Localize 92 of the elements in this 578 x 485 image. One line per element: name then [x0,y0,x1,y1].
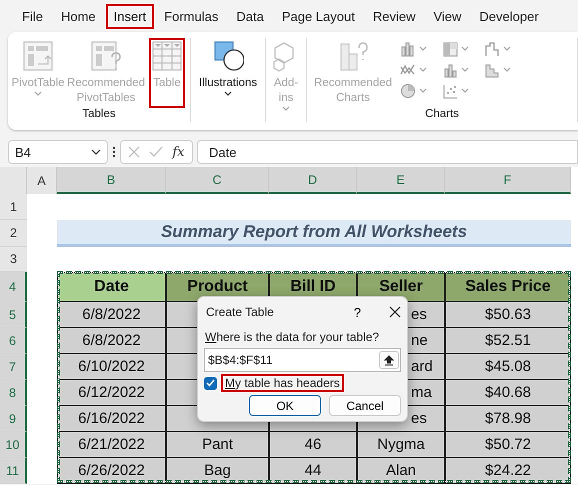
row-header[interactable]: 11 [0,458,27,484]
menu-tab[interactable]: Home [52,4,104,28]
row-header[interactable]: 1 [0,194,27,220]
caret-icon [461,46,469,52]
shapes-icon [212,40,244,72]
insert-function-button[interactable]: fx [172,144,184,160]
dialog-title: Create Table [205,305,275,319]
range-text: $B$4:$F$11 [208,353,272,367]
group-label: Tables [82,108,116,120]
bar-chart-icon [442,62,458,78]
table-header-cell: Date [57,272,166,302]
close-button[interactable] [389,306,401,318]
checkmark-icon [206,379,215,387]
table-cell: 44 [269,458,357,484]
table-cell: 6/10/2022 [57,354,166,380]
row-header[interactable]: 10 [0,432,27,458]
row-header[interactable]: 5 [0,302,27,328]
table-cell: Bag [166,458,269,484]
caret-icon [503,46,511,52]
column-header[interactable]: E [357,167,445,194]
column-header[interactable]: B [57,167,166,194]
formula-text: Date [209,144,236,160]
menu-tab[interactable]: View [425,4,470,28]
column-header[interactable]: A [27,167,57,194]
menu-tab[interactable]: Review [364,4,424,28]
table-cell: 6/8/2022 [57,302,166,328]
dialog-button[interactable]: Cancel [329,395,401,416]
dropdown-caret-icon [91,149,101,155]
column-header[interactable]: D [269,167,357,194]
caret-icon [461,66,469,72]
formula-field[interactable]: Date [197,140,578,164]
name-box[interactable]: B4 [8,140,108,164]
table-cell: $50.63 [445,302,571,328]
close-icon [389,306,401,318]
headers-checkbox[interactable] [204,376,217,390]
table-cell: 6/16/2022 [57,406,166,432]
menu-tab[interactable]: Data [228,4,272,28]
step-chart-icon [484,40,500,56]
range-input-field[interactable]: $B$4:$F$11 [204,348,401,372]
caret-icon [461,88,469,94]
group-label: Charts [425,108,459,120]
more-options-icon [112,146,116,158]
column-header[interactable]: F [445,167,571,194]
table-cell: $24.22 [445,458,571,484]
column-header[interactable]: C [166,167,269,194]
dialog-button[interactable]: OK [249,395,321,416]
upload-arrow-icon [384,354,394,366]
waterfall-chart-icon [484,62,500,78]
row-header[interactable]: 8 [0,380,27,406]
table-cell: Alan [357,458,445,484]
checkbox-label: My table has headers [221,374,344,392]
hierarchy-chart-icon [442,40,458,56]
table-cell: Nygma [357,432,445,458]
table-cell: 46 [269,432,357,458]
table-cell: 6/21/2022 [57,432,166,458]
table-cell: $52.51 [445,328,571,354]
table-cell: Pant [166,432,269,458]
caret-icon [419,66,427,72]
menu-tab[interactable]: Insert [106,4,154,28]
report-title: Summary Report from All Worksheets [57,220,571,247]
ribbon-button[interactable]: Illustrations [196,38,260,108]
check-icon[interactable] [149,146,164,158]
row-header[interactable]: 7 [0,354,27,380]
table-cell: $78.98 [445,406,571,432]
table-grid-icon [151,40,183,72]
menu-tab[interactable]: File [14,4,51,28]
scatter-chart-icon [442,82,458,98]
caret-icon [419,88,427,94]
table-cell: 6/8/2022 [57,328,166,354]
row-header[interactable]: 6 [0,328,27,354]
caret-icon [419,46,427,52]
pivot-table-question-icon [90,40,122,72]
table-cell: $40.68 [445,380,571,406]
row-header[interactable]: 2 [0,220,27,247]
row-header[interactable]: 4 [0,272,27,302]
menu-tab[interactable]: Formulas [156,4,226,28]
cell-reference: B4 [15,144,31,160]
pie-chart-icon [400,82,416,98]
cancel-icon[interactable] [128,146,140,158]
table-header-cell: Sales Price [445,272,571,302]
table-cell: 6/12/2022 [57,380,166,406]
row-header[interactable]: 3 [0,247,27,272]
table-cell: $45.08 [445,354,571,380]
table-cell: $50.72 [445,432,571,458]
table-cell: 6/26/2022 [57,458,166,484]
row-header[interactable]: 9 [0,406,27,432]
menu-tab[interactable]: Page Layout [274,4,363,28]
pivot-table-icon [22,40,54,72]
column-chart-icon [400,40,416,56]
collapse-dialog-button[interactable] [379,351,399,369]
menu-tab[interactable]: Developer [471,4,547,28]
caret-icon [503,66,511,72]
